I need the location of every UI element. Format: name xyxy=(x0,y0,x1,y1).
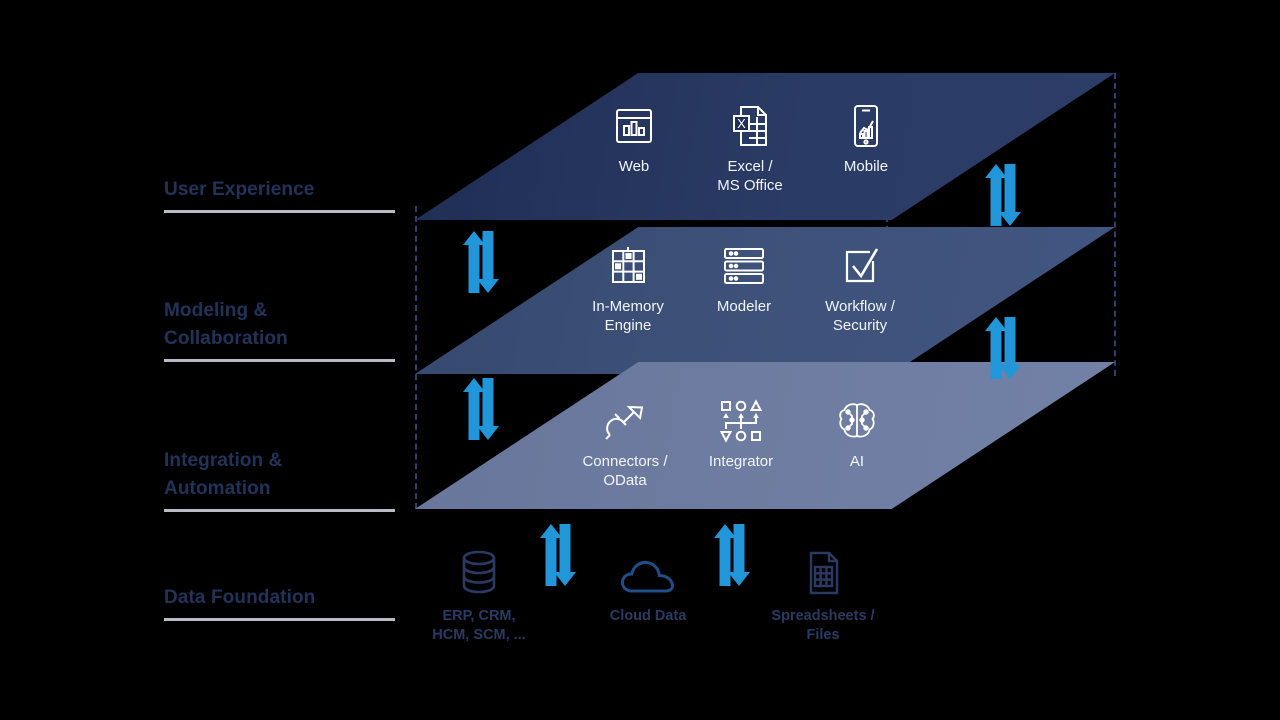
svg-text:X: X xyxy=(737,116,746,131)
layer-item-integrator[interactable]: Integrator xyxy=(691,398,791,471)
data-source-spreadsheets-files[interactable]: Spreadsheets / Files xyxy=(763,549,883,645)
layer-item-connectors-odata[interactable]: Connectors / OData xyxy=(575,398,675,490)
layer-item-label: In-Memory Engine xyxy=(592,298,664,334)
layer-item-label: Modeler xyxy=(716,298,772,315)
layer-item-mobile[interactable]: Mobile xyxy=(816,103,916,176)
cloud-icon xyxy=(588,549,708,597)
category-label: Integration & Automation xyxy=(164,450,283,499)
excel-document-icon: X xyxy=(700,103,800,149)
layer-item-label: Connectors / OData xyxy=(582,453,668,489)
category-divider xyxy=(164,509,395,512)
connector-integration-to-data-1 xyxy=(538,524,578,591)
category-divider xyxy=(164,618,395,621)
layer-item-in-memory-engine[interactable]: In-Memory Engine xyxy=(578,243,678,335)
architecture-diagram: User Experience Modeling & Collaboration… xyxy=(0,0,1280,720)
category-label: Data Foundation xyxy=(164,587,316,608)
layer-items-user-experience: Web X Excel / MS Office Mobile xyxy=(584,103,916,195)
layer-item-modeler[interactable]: Modeler xyxy=(694,243,794,316)
layer-item-ai[interactable]: AI xyxy=(807,398,907,471)
mobile-phone-chart-icon xyxy=(816,103,916,149)
data-source-cloud-data[interactable]: Cloud Data xyxy=(588,549,708,626)
layer-items-integration-automation: Connectors / OData Integrator AI xyxy=(575,398,907,490)
category-integration-automation: Integration & Automation xyxy=(164,447,396,512)
connector-ux-to-modeling-left xyxy=(461,231,501,298)
category-modeling-collaboration: Modeling & Collaboration xyxy=(164,297,396,362)
layer-item-label: Web xyxy=(618,158,650,175)
box-guide-left-edge xyxy=(415,206,417,509)
layer-item-label: Excel / MS Office xyxy=(717,158,783,194)
data-source-erp[interactable]: ERP, CRM, HCM, SCM, ... xyxy=(419,549,539,645)
category-label: User Experience xyxy=(164,179,315,200)
category-divider xyxy=(164,359,395,362)
layer-item-label: Workflow / Security xyxy=(825,298,895,334)
layer-item-label: Integrator xyxy=(708,453,774,470)
web-browser-chart-icon xyxy=(584,103,684,149)
database-icon xyxy=(419,549,539,597)
connector-modeling-to-integration-left xyxy=(461,378,501,445)
server-stack-icon xyxy=(694,243,794,289)
connector-modeling-to-integration-right xyxy=(983,317,1023,384)
layer-item-workflow-security[interactable]: Workflow / Security xyxy=(810,243,910,335)
layer-items-modeling-collaboration: In-Memory Engine Modeler Workflow / Secu… xyxy=(578,243,910,335)
layer-item-web[interactable]: Web xyxy=(584,103,684,176)
connector-integration-to-data-2 xyxy=(712,524,752,591)
layer-item-excel[interactable]: X Excel / MS Office xyxy=(700,103,800,195)
category-user-experience: User Experience xyxy=(164,176,396,213)
category-divider xyxy=(164,210,395,213)
layer-item-label: AI xyxy=(849,453,865,470)
checkbox-check-icon xyxy=(810,243,910,289)
category-label: Modeling & Collaboration xyxy=(164,300,288,349)
category-data-foundation: Data Foundation xyxy=(164,584,396,621)
memory-grid-icon xyxy=(578,243,678,289)
layer-item-label: Mobile xyxy=(843,158,889,175)
data-source-label: Cloud Data xyxy=(609,608,687,624)
integration-flow-icon xyxy=(691,398,791,444)
plug-connector-icon xyxy=(575,398,675,444)
spreadsheet-file-icon xyxy=(763,549,883,597)
brain-circuit-icon xyxy=(807,398,907,444)
connector-ux-to-modeling-right xyxy=(983,164,1023,231)
data-source-label: ERP, CRM, HCM, SCM, ... xyxy=(432,608,526,643)
data-source-label: Spreadsheets / Files xyxy=(771,608,875,643)
box-guide-right-edge xyxy=(1114,73,1116,376)
